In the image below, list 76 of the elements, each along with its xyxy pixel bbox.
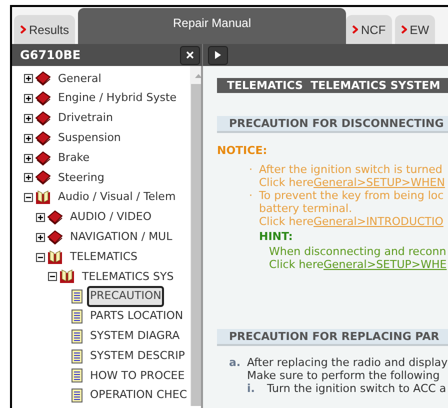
book-icon	[35, 91, 51, 106]
close-icon	[186, 51, 194, 59]
open-book-icon	[47, 250, 63, 265]
book-icon	[47, 210, 63, 225]
step-marker: a.	[228, 356, 242, 371]
expand-icon[interactable]	[24, 154, 33, 163]
collapse-icon[interactable]	[36, 252, 45, 262]
text-line: To prevent the key from being loc	[259, 188, 444, 202]
tree-item[interactable]: PARTS LOCATION	[87, 306, 186, 327]
text-line: Click hereGeneral>INTRODUCTIO	[259, 214, 444, 228]
chevron-icon	[20, 25, 26, 34]
book-icon	[35, 170, 51, 186]
collapse-icon[interactable]	[24, 193, 33, 202]
text-line: After replacing the radio and display	[247, 356, 448, 369]
book-icon	[35, 71, 51, 86]
play-icon	[215, 51, 221, 59]
tab[interactable]: Results	[14, 15, 76, 44]
tree-item[interactable]: Suspension	[55, 128, 124, 149]
document-icon	[71, 289, 83, 304]
tree-item[interactable]: Audio / Visual / Telem	[55, 187, 179, 208]
book-icon	[35, 150, 51, 166]
book-icon	[35, 130, 51, 146]
tab[interactable]: NCF	[346, 15, 392, 44]
tree-item[interactable]: General	[55, 68, 104, 90]
open-book-icon	[35, 190, 51, 206]
hint-label: HINT:	[259, 228, 294, 244]
expand-icon[interactable]	[24, 134, 33, 143]
text-line: When disconnecting and reconn	[269, 245, 448, 258]
expand-icon[interactable]	[24, 173, 33, 182]
section-heading: PRECAUTION FOR REPLACING PAR	[217, 329, 448, 346]
text-line: Turn the ignition switch to ACC a	[267, 382, 446, 395]
play-button[interactable]	[208, 46, 228, 64]
text-line: Click hereGeneral>SETUP>WHE	[269, 258, 448, 271]
text-line: battery terminal.	[259, 202, 354, 214]
expand-icon[interactable]	[24, 114, 33, 123]
document-code: G6710BE	[20, 47, 81, 64]
text-line: Make sure to perform the following	[247, 369, 441, 382]
expand-icon[interactable]	[24, 74, 33, 84]
document-icon	[71, 308, 83, 324]
book-icon	[47, 230, 63, 245]
tree-item[interactable]: SYSTEM DIAGRA	[87, 326, 183, 347]
expand-icon[interactable]	[36, 232, 45, 242]
tree-item[interactable]: TELEMATICS	[67, 246, 141, 268]
step-marker: i.	[247, 382, 256, 395]
document-icon	[71, 328, 83, 344]
tree-item[interactable]: Engine / Hybrid Syste	[55, 88, 180, 109]
chevron-icon	[400, 25, 407, 34]
tree-item[interactable]: Steering	[55, 168, 108, 188]
text-line: After the ignition switch is turned	[259, 162, 444, 176]
bullet: ·	[248, 162, 254, 178]
section-heading: PRECAUTION FOR DISCONNECTING	[217, 116, 448, 133]
text-line: Click hereGeneral>SETUP>WHEN	[259, 176, 445, 188]
tab[interactable]: EW	[394, 15, 436, 44]
close-button[interactable]	[180, 46, 200, 64]
document-icon	[71, 368, 83, 384]
page-heading: TELEMATICS TELEMATICS SYSTEM	[217, 78, 448, 93]
tree-item[interactable]: TELEMATICS SYS	[79, 266, 177, 288]
tree-item[interactable]: Drivetrain	[55, 108, 116, 129]
expand-icon[interactable]	[24, 94, 33, 104]
document-icon	[71, 388, 83, 404]
expand-icon[interactable]	[36, 212, 45, 222]
bullet: ·	[248, 188, 254, 204]
tree-item[interactable]: OPERATION CHEC	[87, 385, 190, 406]
open-book-icon	[59, 269, 75, 284]
tree-item[interactable]: AUDIO / VIDEO	[67, 207, 154, 228]
collapse-icon[interactable]	[48, 272, 57, 282]
tab[interactable]: Repair Manual	[78, 8, 346, 44]
book-icon	[35, 110, 51, 126]
tree-item[interactable]: PRECAUTION	[87, 286, 164, 307]
tree-item[interactable]: HOW TO PROCEE	[87, 366, 188, 386]
tree-item[interactable]: SYSTEM DESCRIP	[87, 346, 188, 366]
chevron-icon	[352, 25, 358, 34]
document-icon	[71, 348, 83, 364]
tree-item[interactable]: NAVIGATION / MUL	[67, 227, 176, 248]
notice-label: NOTICE:	[217, 143, 268, 159]
tree-item[interactable]: Brake	[55, 148, 93, 168]
